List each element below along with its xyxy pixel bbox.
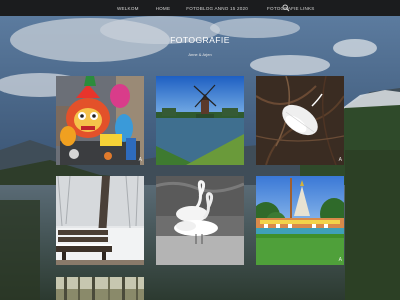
gallery-tile-snowy-bench[interactable] bbox=[56, 176, 144, 265]
search-icon[interactable] bbox=[282, 4, 290, 12]
nav-item-fotografie-links[interactable]: Fotografie links bbox=[267, 6, 315, 11]
gallery-tile-forest[interactable] bbox=[56, 277, 144, 300]
swans-image bbox=[156, 176, 244, 265]
carnival-float-image bbox=[56, 76, 144, 165]
gallery-tile-windmill[interactable] bbox=[156, 76, 244, 165]
main-navigation: Welkom Home Fotoblog Anno 15 2020 Fotogr… bbox=[117, 0, 327, 16]
gallery-tile-swans[interactable] bbox=[156, 176, 244, 265]
tile-label: A bbox=[338, 157, 342, 163]
forest-image bbox=[56, 277, 144, 300]
gallery-tile-theme-park[interactable]: A bbox=[256, 176, 344, 265]
gallery-tile-feather[interactable]: A bbox=[256, 76, 344, 165]
site-title[interactable]: FOTOGRAFIE bbox=[0, 35, 400, 45]
theme-park-image bbox=[256, 176, 344, 265]
site-subtitle: Anne & Arjen bbox=[188, 52, 212, 57]
tile-label: A bbox=[138, 157, 142, 163]
feather-image bbox=[256, 76, 344, 165]
nav-item-home[interactable]: Home bbox=[156, 6, 171, 11]
windmill-image bbox=[156, 76, 244, 165]
gallery-tile-carnival[interactable]: A bbox=[56, 76, 144, 165]
nav-item-welkom[interactable]: Welkom bbox=[117, 6, 139, 11]
tile-label: A bbox=[338, 257, 342, 263]
nav-item-fotoblog[interactable]: Fotoblog Anno 15 2020 bbox=[186, 6, 248, 11]
snowy-bench-image bbox=[56, 176, 144, 265]
